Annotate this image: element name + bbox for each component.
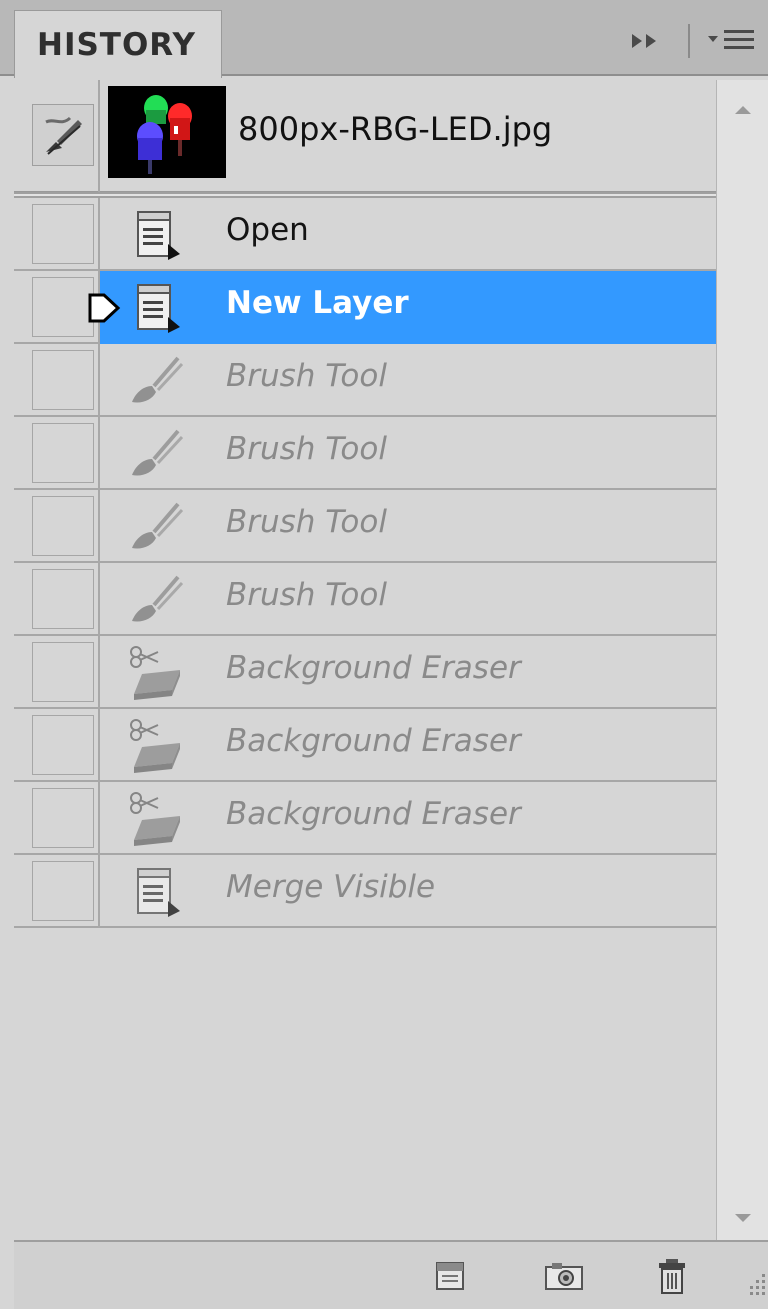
- history-brush-source-toggle[interactable]: [32, 861, 94, 921]
- history-state-label: Brush Tool: [226, 577, 387, 613]
- column-divider: [98, 636, 100, 709]
- history-brush-source-toggle[interactable]: [32, 204, 94, 264]
- snapshot-row[interactable]: 800px-RBG-LED.jpg: [14, 80, 716, 192]
- background-eraser-icon: [126, 717, 190, 775]
- document-icon: [126, 279, 190, 337]
- history-state-row[interactable]: Brush Tool: [14, 417, 716, 490]
- delete-state-icon[interactable]: [650, 1254, 694, 1298]
- column-divider: [98, 855, 100, 928]
- history-state-row[interactable]: Brush Tool: [14, 490, 716, 563]
- history-state-row[interactable]: Brush Tool: [14, 344, 716, 417]
- history-brush-source-toggle[interactable]: [32, 277, 94, 337]
- history-state-label: Background Eraser: [226, 723, 521, 759]
- column-divider: [98, 709, 100, 782]
- history-list: Open New Layer Brush Tool Brush Tool Brush T…: [14, 198, 716, 928]
- history-state-label: Brush Tool: [226, 504, 387, 540]
- history-brush-source-toggle[interactable]: [32, 715, 94, 775]
- snapshot-thumbnail: [108, 86, 226, 178]
- document-icon: [126, 206, 190, 264]
- column-divider: [98, 80, 100, 192]
- history-brush-source-toggle[interactable]: [32, 569, 94, 629]
- new-document-from-state-icon[interactable]: [428, 1254, 472, 1298]
- brush-icon: [126, 571, 190, 629]
- history-brush-source-toggle[interactable]: [32, 350, 94, 410]
- panel-header: HISTORY: [0, 0, 768, 78]
- history-state-row[interactable]: Background Eraser: [14, 709, 716, 782]
- history-state-label: Merge Visible: [226, 869, 436, 905]
- history-state-row[interactable]: Open: [14, 198, 716, 271]
- history-state-label: Brush Tool: [226, 358, 387, 394]
- history-brush-source-toggle[interactable]: [32, 642, 94, 702]
- column-divider: [98, 782, 100, 855]
- new-snapshot-icon[interactable]: [542, 1254, 586, 1298]
- history-state-label: Open: [226, 212, 309, 248]
- history-state-label: New Layer: [226, 285, 409, 321]
- snapshot-name: 800px-RBG-LED.jpg: [238, 110, 553, 148]
- resize-grip-icon[interactable]: [738, 1262, 768, 1302]
- panel-footer: [14, 1240, 768, 1309]
- history-state-row[interactable]: Brush Tool: [14, 563, 716, 636]
- panel-menu-icon[interactable]: [706, 24, 766, 58]
- brush-icon: [126, 352, 190, 410]
- document-icon: [126, 863, 190, 921]
- tab-history[interactable]: HISTORY: [14, 10, 222, 78]
- column-divider: [98, 490, 100, 563]
- history-state-label: Brush Tool: [226, 431, 387, 467]
- history-state-row[interactable]: Background Eraser: [14, 782, 716, 855]
- history-brush-source-icon[interactable]: [32, 104, 94, 166]
- background-eraser-icon: [126, 790, 190, 848]
- history-state-row[interactable]: Merge Visible: [14, 855, 716, 928]
- column-divider: [98, 417, 100, 490]
- history-state-label: Background Eraser: [226, 796, 521, 832]
- history-panel: HISTORY 800px-RBG-LED.jpg Open New Layer…: [0, 0, 768, 1309]
- scrollbar[interactable]: [716, 80, 768, 1240]
- history-state-row[interactable]: New Layer: [14, 271, 716, 344]
- brush-icon: [126, 425, 190, 483]
- column-divider: [98, 198, 100, 271]
- history-state-row[interactable]: Background Eraser: [14, 636, 716, 709]
- history-brush-source-toggle[interactable]: [32, 788, 94, 848]
- tab-label: HISTORY: [37, 26, 196, 63]
- state-pointer-icon[interactable]: [86, 291, 122, 325]
- header-divider: [688, 24, 690, 58]
- history-brush-source-toggle[interactable]: [32, 496, 94, 556]
- column-divider: [98, 563, 100, 636]
- history-brush-source-toggle[interactable]: [32, 423, 94, 483]
- column-divider: [98, 344, 100, 417]
- scroll-up-arrow-icon[interactable]: [731, 100, 755, 120]
- brush-icon: [126, 498, 190, 556]
- collapse-icon[interactable]: [626, 26, 666, 56]
- background-eraser-icon: [126, 644, 190, 702]
- scroll-down-arrow-icon[interactable]: [731, 1208, 755, 1228]
- history-state-label: Background Eraser: [226, 650, 521, 686]
